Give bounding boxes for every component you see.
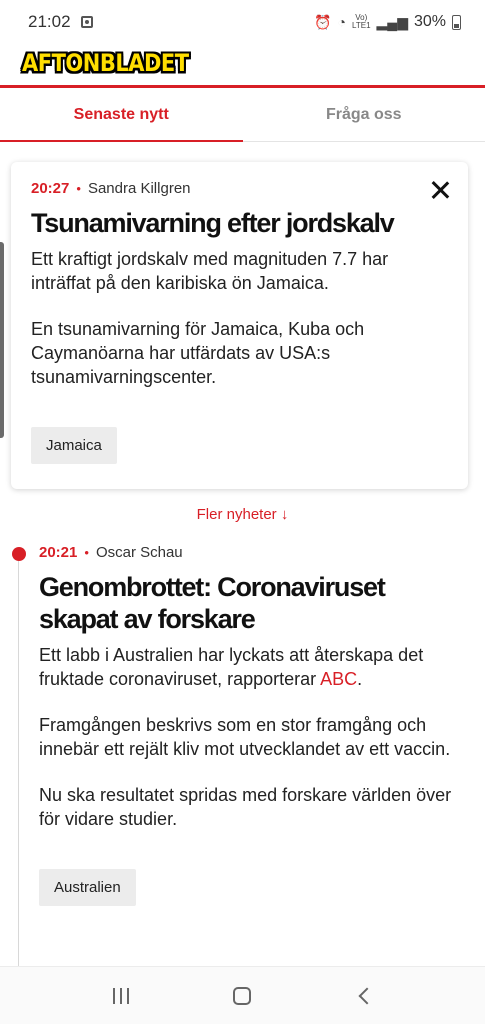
brand-header: AFTONBLADET xyxy=(0,44,485,88)
edge-panel-handle[interactable] xyxy=(0,242,4,438)
notification-icon xyxy=(80,16,93,28)
clock: 21:02 xyxy=(28,12,71,31)
system-nav-bar xyxy=(0,966,485,1024)
back-icon xyxy=(358,987,376,1004)
timeline-line xyxy=(18,558,19,968)
article-paragraph: Ett kraftigt jordskalv med magnituden 7.… xyxy=(31,249,389,293)
meta-separator: • xyxy=(76,181,81,196)
recent-apps-icon xyxy=(112,987,129,1004)
article-author: Oscar Schau xyxy=(95,544,183,561)
tab-senaste-nytt[interactable]: Senaste nytt xyxy=(0,88,243,142)
battery-icon xyxy=(452,14,461,30)
timeline-item[interactable]: 20:21 • Oscar Schau Genombrottet: Corona… xyxy=(39,544,464,906)
close-icon[interactable] xyxy=(428,178,452,202)
article-headline[interactable]: Tsunamivarning efter jordskalv xyxy=(31,207,448,239)
more-news-link[interactable]: Fler nyheter ↓ xyxy=(0,506,485,523)
abc-link[interactable]: ABC xyxy=(320,669,357,689)
status-bar: 21:02 ⏰ ◔ Vo) LTE1 ▂▄▆ 30% xyxy=(0,0,485,44)
article-paragraph: Framgången beskrivs som en stor framgång… xyxy=(39,715,451,759)
back-button[interactable] xyxy=(344,976,384,1016)
signal-icon: ▂▄▆ xyxy=(376,13,408,30)
tag-jamaica[interactable]: Jamaica xyxy=(31,427,117,464)
article-meta: 20:27 • Sandra Killgren xyxy=(31,180,448,197)
article-meta: 20:21 • Oscar Schau xyxy=(39,544,464,561)
article-time: 20:21 xyxy=(39,544,78,561)
alarm-icon: ⏰ xyxy=(314,13,332,30)
home-icon xyxy=(233,986,252,1005)
tab-bar: Senaste nytt Fråga oss xyxy=(0,88,485,142)
tag-australien[interactable]: Australien xyxy=(39,869,136,906)
wifi-icon: ◔ xyxy=(337,14,346,30)
battery-percent: 30% xyxy=(413,13,446,30)
article-paragraph: Ett labb i Australien har lyckats att åt… xyxy=(39,645,424,689)
tab-fraga-oss[interactable]: Fråga oss xyxy=(243,88,485,141)
article-headline[interactable]: Genombrottet: Coronaviruset skapat av fo… xyxy=(39,571,464,635)
timeline-dot xyxy=(12,547,26,561)
featured-news-card[interactable]: 20:27 • Sandra Killgren Tsunamivarning e… xyxy=(11,162,468,489)
article-author: Sandra Killgren xyxy=(87,180,191,197)
aftonbladet-logo[interactable]: AFTONBLADET xyxy=(18,48,193,78)
home-button[interactable] xyxy=(222,976,262,1016)
recent-apps-button[interactable] xyxy=(101,976,141,1016)
volte-indicator: Vo) LTE1 xyxy=(351,13,371,30)
article-paragraph: En tsunamivarning för Jamaica, Kuba och … xyxy=(31,319,365,387)
article-time: 20:27 xyxy=(31,180,70,197)
article-paragraph: Nu ska resultatet spridas med forskare v… xyxy=(39,785,452,829)
meta-separator: • xyxy=(84,545,89,560)
